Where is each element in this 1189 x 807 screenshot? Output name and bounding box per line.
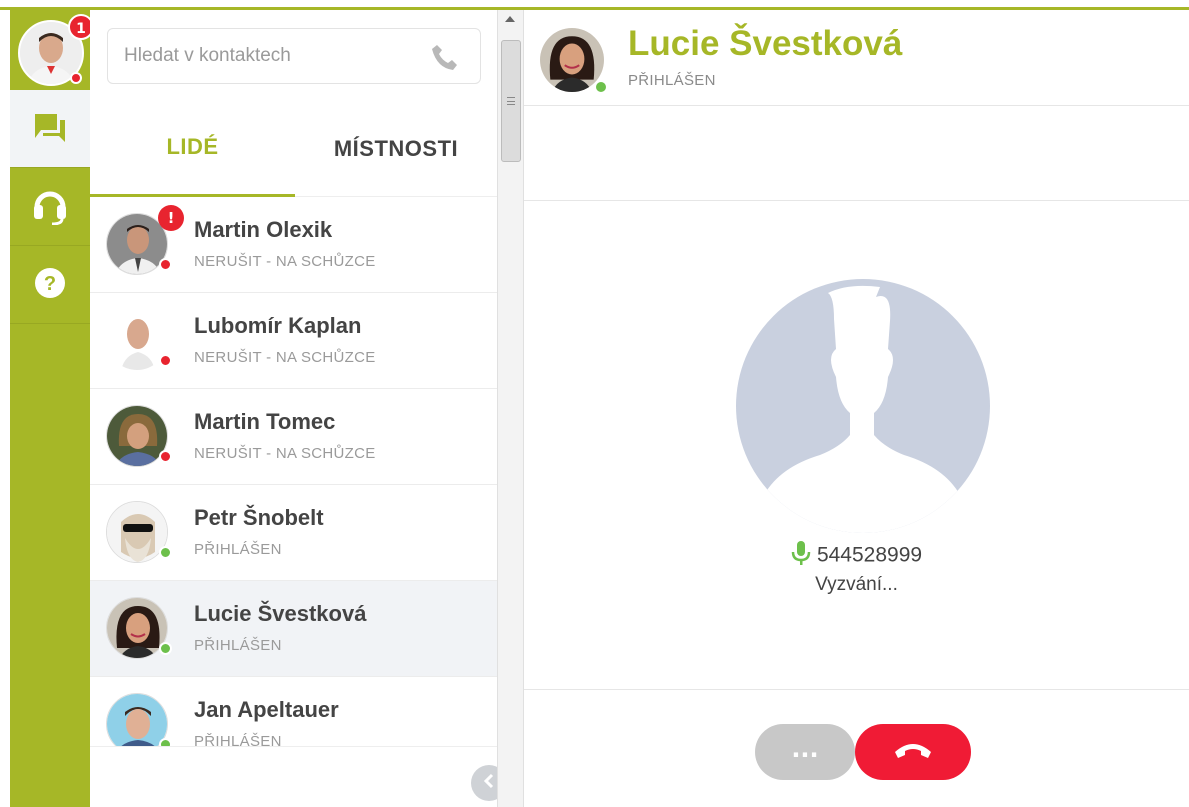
contact-row-martin-olexik[interactable]: ! Martin Olexik NERUŠIT - NA SCHŮZCE bbox=[90, 197, 497, 293]
more-options-button[interactable]: ... bbox=[755, 724, 855, 780]
my-avatar[interactable]: 1 bbox=[18, 14, 94, 86]
contact-name: Lubomír Kaplan bbox=[194, 313, 362, 338]
help-icon: ? bbox=[34, 267, 66, 303]
avatar: ! bbox=[106, 205, 184, 275]
conversation-title: Lucie Švestková bbox=[628, 24, 903, 63]
hangup-phone-icon bbox=[892, 740, 934, 764]
conversation-toolbar bbox=[524, 106, 1189, 201]
call-number: 544528999 bbox=[816, 543, 923, 567]
contact-status: PŘIHLÁŠEN bbox=[194, 541, 282, 558]
contact-status: PŘIHLÁŠEN bbox=[194, 733, 282, 746]
presence-online-dot bbox=[159, 642, 172, 655]
contact-status: NERUŠIT - NA SCHŮZCE bbox=[194, 445, 376, 462]
contact-row-jan-apeltauer[interactable]: Jan Apeltauer PŘIHLÁŠEN bbox=[90, 677, 497, 746]
alert-badge: ! bbox=[158, 205, 184, 231]
scroll-up-arrow[interactable] bbox=[505, 16, 515, 22]
presence-online-dot bbox=[159, 546, 172, 559]
contact-row-martin-tomec[interactable]: Martin Tomec NERUŠIT - NA SCHŮZCE bbox=[90, 389, 497, 485]
headset-icon bbox=[32, 185, 68, 229]
contact-name: Petr Šnobelt bbox=[194, 505, 324, 530]
contact-status: NERUŠIT - NA SCHŮZCE bbox=[194, 253, 376, 270]
contact-status: NERUŠIT - NA SCHŮZCE bbox=[194, 349, 376, 366]
avatar bbox=[106, 309, 172, 371]
left-rail: 1 ? bbox=[10, 10, 94, 807]
conversation-panel: Lucie Švestková PŘIHLÁŠEN 544528999 Vyzv… bbox=[524, 10, 1189, 807]
call-state: Vyzvání... bbox=[815, 574, 898, 595]
contact-status: PŘIHLÁŠEN bbox=[194, 637, 282, 654]
contact-name: Lucie Švestková bbox=[194, 601, 367, 626]
tab-rooms[interactable]: MÍSTNOSTI bbox=[295, 100, 497, 197]
contact-name: Martin Tomec bbox=[194, 409, 336, 434]
chat-nav-button[interactable] bbox=[10, 90, 90, 168]
contact-list: ! Martin Olexik NERUŠIT - NA SCHŮZCE Lub… bbox=[90, 197, 497, 746]
contacts-tabs: LIDÉ MÍSTNOSTI bbox=[90, 100, 497, 197]
presence-busy-dot bbox=[159, 354, 172, 367]
chevron-left-icon bbox=[482, 773, 496, 793]
microphone-icon bbox=[791, 539, 811, 573]
chat-icon bbox=[33, 112, 67, 146]
tab-people[interactable]: LIDÉ bbox=[90, 100, 295, 197]
call-area: 544528999 Vyzvání... bbox=[524, 201, 1189, 690]
presence-busy-dot bbox=[159, 258, 172, 271]
contact-row-lubomir-kaplan[interactable]: Lubomír Kaplan NERUŠIT - NA SCHŮZCE bbox=[90, 293, 497, 389]
contact-name: Jan Apeltauer bbox=[194, 697, 339, 722]
contact-name: Martin Olexik bbox=[194, 217, 333, 242]
presence-online-dot bbox=[594, 80, 608, 94]
search-input[interactable] bbox=[124, 29, 424, 83]
help-nav-button[interactable]: ? bbox=[10, 246, 90, 324]
presence-busy-dot bbox=[159, 450, 172, 463]
conversation-header: Lucie Švestková PŘIHLÁŠEN bbox=[524, 10, 1189, 106]
svg-text:?: ? bbox=[44, 273, 56, 295]
contact-row-lucie-svestkova[interactable]: Lucie Švestková PŘIHLÁŠEN bbox=[90, 581, 497, 677]
hangup-button[interactable] bbox=[855, 724, 971, 780]
callcenter-nav-button[interactable] bbox=[10, 168, 90, 246]
contacts-scrollbar[interactable] bbox=[497, 10, 524, 807]
avatar bbox=[540, 28, 608, 94]
avatar bbox=[106, 405, 172, 467]
search-box bbox=[107, 28, 481, 84]
contacts-footer bbox=[90, 746, 507, 807]
avatar bbox=[106, 501, 172, 563]
contacts-panel: LIDÉ MÍSTNOSTI ! Martin Olexik bbox=[90, 10, 507, 807]
call-number-line: 544528999 bbox=[524, 539, 1189, 573]
my-presence-dot bbox=[70, 72, 82, 84]
phone-icon[interactable] bbox=[430, 42, 460, 76]
caller-placeholder-avatar bbox=[736, 279, 990, 533]
scroll-thumb[interactable] bbox=[501, 40, 521, 162]
presence-online-dot bbox=[159, 738, 172, 746]
avatar bbox=[106, 597, 172, 659]
avatar bbox=[106, 693, 172, 746]
contact-row-petr-snobelt[interactable]: Petr Šnobelt PŘIHLÁŠEN bbox=[90, 485, 497, 581]
conversation-status: PŘIHLÁŠEN bbox=[628, 72, 716, 89]
